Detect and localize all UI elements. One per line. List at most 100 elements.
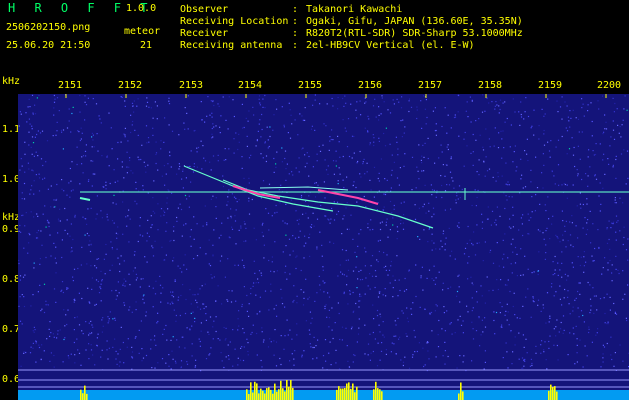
noise-pixel xyxy=(142,357,145,359)
noise-pixel xyxy=(499,302,501,304)
filename-label: 2506202150.png xyxy=(6,22,91,33)
noise-pixel xyxy=(360,295,362,297)
noise-pixel xyxy=(369,273,371,275)
noise-pixel xyxy=(523,346,525,348)
noise-pixel xyxy=(72,276,74,278)
noise-pixel xyxy=(483,368,485,370)
noise-pixel xyxy=(338,312,340,315)
noise-pixel xyxy=(444,249,446,251)
noise-pixel xyxy=(435,123,437,125)
noise-pixel xyxy=(520,274,522,276)
noise-pixel xyxy=(444,107,446,109)
noise-pixel xyxy=(155,153,157,156)
noise-pixel xyxy=(446,310,448,312)
noise-pixel xyxy=(100,122,102,124)
noise-pixel xyxy=(105,253,107,255)
noise-pixel xyxy=(484,241,486,243)
x-tick-label: 2157 xyxy=(418,80,443,91)
noise-pixel xyxy=(74,216,76,218)
noise-pixel xyxy=(375,116,377,118)
noise-pixel xyxy=(213,229,215,231)
noise-pixel xyxy=(85,144,87,146)
noise-pixel xyxy=(30,211,32,213)
noise-pixel xyxy=(208,239,210,241)
noise-pixel xyxy=(468,256,470,258)
noise-pixel xyxy=(232,329,234,331)
noise-pixel xyxy=(96,344,98,346)
noise-pixel xyxy=(561,184,563,186)
noise-pixel xyxy=(50,206,52,208)
noise-pixel xyxy=(330,218,332,220)
noise-pixel xyxy=(281,297,283,299)
noise-pixel xyxy=(441,151,443,153)
noise-pixel xyxy=(243,240,245,242)
level-meter-bar xyxy=(272,393,274,400)
noise-pixel xyxy=(217,160,219,162)
noise-pixel xyxy=(95,303,97,305)
noise-pixel xyxy=(229,341,231,343)
noise-pixel xyxy=(323,291,325,293)
noise-pixel xyxy=(451,250,453,252)
noise-pixel xyxy=(615,231,617,233)
level-meter-bar xyxy=(80,389,82,400)
noise-pixel xyxy=(442,282,444,284)
noise-pixel xyxy=(86,263,88,265)
noise-pixel xyxy=(401,136,403,138)
noise-pixel xyxy=(91,332,93,334)
noise-pixel xyxy=(564,230,566,232)
noise-pixel xyxy=(157,362,159,364)
noise-pixel xyxy=(525,97,527,99)
noise-pixel xyxy=(622,270,624,272)
noise-pixel xyxy=(287,334,289,336)
noise-pixel xyxy=(501,324,503,326)
noise-pixel xyxy=(518,332,520,334)
noise-pixel xyxy=(245,227,247,229)
noise-pixel xyxy=(184,107,186,109)
noise-pixel xyxy=(230,215,232,217)
noise-pixel xyxy=(94,304,96,306)
noise-pixel xyxy=(282,220,284,222)
noise-pixel xyxy=(433,265,435,267)
noise-pixel xyxy=(204,283,206,285)
noise-pixel xyxy=(557,139,560,141)
noise-pixel xyxy=(237,318,239,320)
noise-pixel xyxy=(361,278,364,281)
noise-pixel xyxy=(67,287,69,289)
noise-pixel xyxy=(592,150,594,152)
noise-pixel xyxy=(275,341,278,343)
noise-pixel xyxy=(238,325,240,327)
noise-pixel xyxy=(531,211,533,213)
noise-pixel xyxy=(253,114,255,116)
noise-pixel xyxy=(87,287,89,289)
info-key-antenna: Receiving antenna xyxy=(180,40,283,51)
noise-pixel xyxy=(69,196,71,198)
noise-pixel xyxy=(398,184,400,186)
noise-pixel xyxy=(134,251,136,253)
noise-pixel xyxy=(42,164,44,167)
noise-pixel xyxy=(286,278,288,280)
noise-pixel xyxy=(578,282,580,284)
noise-pixel xyxy=(141,348,143,350)
noise-pixel xyxy=(24,153,26,155)
noise-pixel xyxy=(88,358,90,360)
noise-pixel xyxy=(420,275,422,277)
noise-pixel xyxy=(33,216,35,218)
noise-pixel xyxy=(56,121,58,123)
noise-pixel xyxy=(613,302,615,305)
noise-pixel xyxy=(374,338,376,340)
noise-pixel xyxy=(304,119,306,121)
level-meter-bar xyxy=(248,394,250,400)
noise-pixel xyxy=(588,331,590,334)
noise-pixel xyxy=(342,119,344,121)
noise-pixel xyxy=(434,107,436,109)
noise-pixel xyxy=(233,138,235,140)
noise-pixel xyxy=(384,145,387,147)
noise-pixel xyxy=(415,264,417,266)
noise-pixel xyxy=(301,148,303,150)
noise-pixel xyxy=(435,196,437,198)
noise-pixel xyxy=(268,145,270,148)
noise-pixel xyxy=(252,106,254,108)
noise-pixel xyxy=(79,94,81,97)
noise-pixel xyxy=(593,312,595,314)
noise-pixel xyxy=(585,173,587,175)
